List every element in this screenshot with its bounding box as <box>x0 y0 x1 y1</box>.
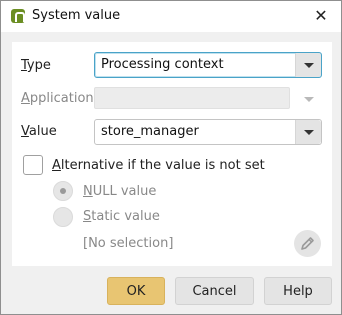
static-value-selection-text: [No selection] <box>83 236 174 251</box>
value-label: Value <box>21 124 57 139</box>
chevron-down-icon <box>304 97 314 102</box>
app-logo-icon <box>11 9 25 23</box>
null-value-radio <box>53 181 73 201</box>
dialog-title: System value <box>32 8 121 23</box>
application-combobox <box>94 87 322 113</box>
application-label: Application <box>21 91 94 106</box>
type-label: Type <box>21 58 51 73</box>
type-dropdown-button[interactable] <box>295 53 321 77</box>
dialog-window: System value ✕ Type Processing context A… <box>0 0 342 315</box>
null-value-label: NULL value <box>83 184 157 199</box>
type-combobox-value: Processing context <box>101 57 224 72</box>
form-panel: Type Processing context Application Valu… <box>12 42 332 266</box>
type-combobox[interactable]: Processing context <box>94 52 322 78</box>
chevron-down-icon <box>304 130 314 135</box>
close-button[interactable]: ✕ <box>311 6 331 26</box>
alternative-checkbox[interactable] <box>23 155 43 175</box>
title-bar: System value ✕ <box>1 1 341 32</box>
static-value-radio <box>53 207 73 227</box>
value-combobox-value: store_manager <box>101 124 199 139</box>
value-dropdown-button[interactable] <box>295 120 321 144</box>
alternative-checkbox-label[interactable]: Alternative if the value is not set <box>52 158 265 173</box>
static-value-label: Static value <box>83 209 160 224</box>
ok-button[interactable]: OK <box>107 277 165 305</box>
application-dropdown-button <box>296 87 322 111</box>
value-combobox[interactable]: store_manager <box>94 119 322 145</box>
cancel-button[interactable]: Cancel <box>175 277 254 305</box>
pencil-icon <box>301 237 314 250</box>
chevron-down-icon <box>304 63 314 68</box>
help-button[interactable]: Help <box>264 277 332 305</box>
application-combobox-field <box>94 87 290 109</box>
edit-static-value-button <box>294 230 321 257</box>
